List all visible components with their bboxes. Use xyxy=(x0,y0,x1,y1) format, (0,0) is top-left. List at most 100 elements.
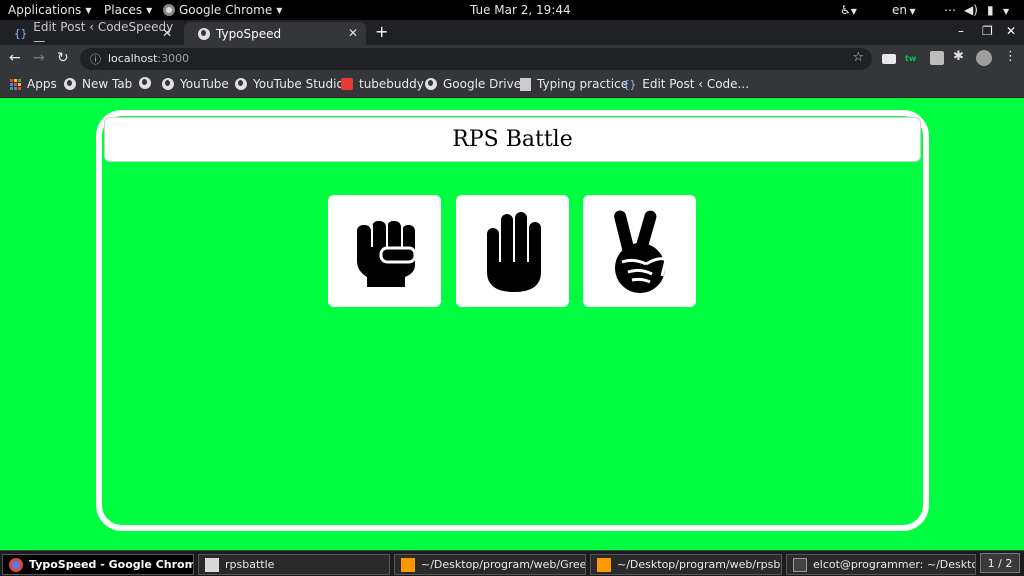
bookmark-label: Apps xyxy=(27,77,57,91)
places-menu-label: Places xyxy=(104,3,143,17)
bookmark-unnamed[interactable] xyxy=(139,77,151,89)
places-menu[interactable]: Places ▼ xyxy=(104,3,152,17)
puzzle-extensions-icon[interactable]: ✱ xyxy=(953,49,967,64)
taskbar-item-label: rpsbattle xyxy=(225,558,275,571)
page-viewport: RPS Battle xyxy=(0,98,1024,550)
apps-grid-icon xyxy=(10,78,21,90)
bookmark-label: Edit Post ‹ Code... xyxy=(642,77,750,91)
forward-arrow-icon[interactable]: → xyxy=(33,50,45,66)
globe-icon xyxy=(235,78,247,90)
bookmark-youtube-studio[interactable]: YouTube Studio xyxy=(235,77,344,91)
bookmark-label: New Tab xyxy=(82,77,133,91)
new-tab-button[interactable]: + xyxy=(375,22,388,41)
bookmark-new-tab[interactable]: New Tab xyxy=(64,77,132,91)
active-app-menu[interactable]: Google Chrome ▼ xyxy=(163,3,282,17)
close-icon[interactable]: ✕ xyxy=(348,26,358,40)
avatar[interactable] xyxy=(976,50,992,66)
accessibility-icon[interactable]: ♿︎▼ xyxy=(840,3,857,17)
page-title: RPS Battle xyxy=(452,127,573,152)
bookmarks-bar: Apps New Tab YouTube YouTube Studio tube… xyxy=(0,73,1024,98)
tab-typospeed[interactable]: TypoSpeed ✕ xyxy=(184,22,366,45)
volume-icon[interactable]: ◀) xyxy=(964,3,978,17)
tab-title: TypoSpeed xyxy=(216,26,282,41)
rock-choice-button[interactable] xyxy=(328,195,441,307)
language-label: en xyxy=(892,3,907,17)
tubebuddy-icon xyxy=(341,78,353,90)
bookmark-tubebuddy[interactable]: tubebuddy xyxy=(341,77,424,91)
info-icon[interactable]: ⓘ xyxy=(90,51,101,67)
bookmark-label: YouTube Studio xyxy=(253,77,344,91)
language-indicator[interactable]: en ▼ xyxy=(892,3,916,17)
tubebuddy-extension-icon[interactable]: tw xyxy=(905,54,916,68)
extension-folder-icon[interactable] xyxy=(882,54,896,64)
folder-icon xyxy=(205,557,219,572)
chevron-down-icon: ▼ xyxy=(146,5,153,15)
taskbar-item-label: TypoSpeed - Google Chrome xyxy=(29,558,194,571)
fist-icon xyxy=(356,221,416,287)
system-menu-chevron-icon[interactable]: ▼ xyxy=(1003,3,1009,17)
globe-icon xyxy=(198,27,210,40)
taskbar-item-terminal[interactable]: elcot@programmer: ~/Desktop/p... xyxy=(786,554,976,575)
tab-title: Edit Post ‹ CodeSpeedy — xyxy=(33,19,174,48)
globe-icon xyxy=(139,77,151,89)
back-arrow-icon[interactable]: ← xyxy=(9,50,21,66)
bookmark-label: tubebuddy xyxy=(359,77,424,91)
top-bar: Applications ▼ Places ▼ Google Chrome ▼ … xyxy=(0,0,1024,20)
sublime-text-icon xyxy=(401,557,415,572)
page-title-bar: RPS Battle xyxy=(104,117,921,162)
peace-hand-icon xyxy=(613,210,668,293)
close-window-icon[interactable]: ✕ xyxy=(1006,24,1016,38)
taskbar-item-label: ~/Desktop/program/web/Greeny/... xyxy=(421,558,586,571)
bookmark-label: YouTube xyxy=(180,77,229,91)
globe-icon xyxy=(64,78,76,90)
bookmark-edit-post[interactable]: {} Edit Post ‹ Code... xyxy=(623,77,749,91)
more-menu-icon[interactable]: ⋮ xyxy=(1004,49,1018,64)
bookmark-label: Typing practice xyxy=(537,77,629,91)
taskbar-item-chrome[interactable]: TypoSpeed - Google Chrome xyxy=(2,554,194,575)
game-frame xyxy=(96,110,929,531)
paper-choice-button[interactable] xyxy=(456,195,569,307)
applications-menu[interactable]: Applications ▼ xyxy=(8,3,91,17)
globe-icon xyxy=(162,78,174,90)
reload-icon[interactable]: ↻ xyxy=(57,50,69,66)
bookmark-star-icon[interactable]: ☆ xyxy=(852,50,864,65)
screenshot-extension-icon[interactable] xyxy=(930,51,944,65)
chevron-down-icon: ▼ xyxy=(85,5,92,15)
bookmark-apps[interactable]: Apps xyxy=(10,77,57,91)
chevron-down-icon: ▼ xyxy=(276,5,283,15)
tab-edit-post[interactable]: {} Edit Post ‹ CodeSpeedy — ✕ xyxy=(0,19,180,48)
chrome-icon xyxy=(163,4,175,16)
taskbar-item-sublime-rpsbattle[interactable]: ~/Desktop/program/web/rpsbattl... xyxy=(590,554,782,575)
address-bar[interactable]: ⓘ localhost:3000 ☆ xyxy=(80,48,872,70)
restore-icon[interactable]: ❐ xyxy=(982,24,993,38)
clock[interactable]: Tue Mar 2, 19:44 xyxy=(470,3,571,17)
bookmark-typing-practice[interactable]: Typing practice xyxy=(520,77,628,91)
terminal-icon xyxy=(793,557,807,572)
minimize-icon[interactable]: – xyxy=(958,24,964,38)
sublime-text-icon xyxy=(597,557,611,572)
workspace-pager[interactable]: 1 / 2 xyxy=(980,553,1020,573)
codespeedy-icon: {} xyxy=(14,27,28,40)
taskbar-item-label: ~/Desktop/program/web/rpsbattl... xyxy=(617,558,781,571)
applications-menu-label: Applications xyxy=(8,3,82,17)
chrome-icon xyxy=(9,557,23,572)
document-icon xyxy=(520,77,531,91)
codespeedy-icon: {} xyxy=(623,77,637,91)
battery-icon[interactable]: ▮ xyxy=(987,3,994,17)
network-icon[interactable]: ⋯ xyxy=(944,3,956,17)
active-app-label: Google Chrome xyxy=(179,3,273,17)
taskbar: TypoSpeed - Google Chrome rpsbattle ~/De… xyxy=(0,550,1024,576)
taskbar-item-rpsbattle[interactable]: rpsbattle xyxy=(198,554,390,575)
scissors-choice-button[interactable] xyxy=(583,195,696,307)
close-icon[interactable]: ✕ xyxy=(162,26,172,40)
open-hand-icon xyxy=(486,212,541,292)
bookmark-google-drive[interactable]: Google Drive xyxy=(425,77,521,91)
bookmark-youtube[interactable]: YouTube xyxy=(162,77,229,91)
bookmark-label: Google Drive xyxy=(443,77,522,91)
taskbar-item-sublime-greeny[interactable]: ~/Desktop/program/web/Greeny/... xyxy=(394,554,586,575)
url-text: localhost:3000 xyxy=(108,52,190,65)
globe-icon xyxy=(425,78,437,90)
browser-toolbar: ← → ↻ ⓘ localhost:3000 ☆ xyxy=(0,45,1024,73)
tab-strip: {} Edit Post ‹ CodeSpeedy — ✕ TypoSpeed … xyxy=(0,19,1024,48)
taskbar-item-label: elcot@programmer: ~/Desktop/p... xyxy=(813,558,975,571)
